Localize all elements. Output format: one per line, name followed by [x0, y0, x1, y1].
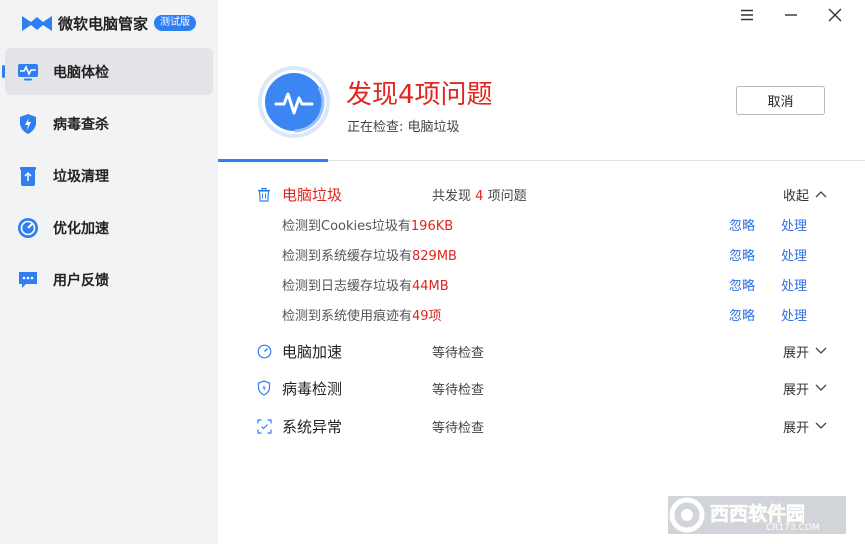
- issue-value: 829MB: [412, 248, 457, 264]
- issue-value: 44MB: [412, 278, 449, 294]
- minimize-icon[interactable]: [771, 6, 811, 24]
- issue-label: 检测到日志缓存垃圾有: [282, 278, 413, 294]
- monitor-pulse-icon: [16, 60, 40, 84]
- close-icon[interactable]: [815, 6, 855, 24]
- issue-value: 49项: [412, 308, 442, 324]
- sidebar-item-label: 用户反馈: [53, 272, 109, 289]
- trash-outline-icon: [256, 186, 272, 202]
- ignore-link[interactable]: 忽略: [729, 275, 755, 294]
- section-title: 电脑加速: [282, 342, 343, 361]
- section-junk: 电脑垃圾 共发现 4 项问题 收起: [256, 182, 831, 206]
- chevron-down-icon: [815, 384, 827, 391]
- scan-status-text: 正在检查: 电脑垃圾: [347, 120, 460, 135]
- cancel-button[interactable]: 取消: [736, 86, 825, 115]
- section-status: 共发现 4 项问题: [432, 185, 527, 204]
- section-title: 系统异常: [282, 417, 343, 436]
- sidebar-nav: 电脑体检 病毒查杀 垃圾清理 优化加速 用户反馈: [0, 48, 218, 308]
- issue-value: 196KB: [410, 218, 454, 234]
- ignore-link[interactable]: 忽略: [729, 245, 755, 264]
- issue-label: 检测到Cookies垃圾有: [282, 218, 411, 234]
- watermark-url: CR173.COM: [766, 523, 820, 533]
- chevron-up-icon: [815, 191, 827, 198]
- expand-toggle[interactable]: 展开: [783, 379, 827, 398]
- shield-bolt-icon: [16, 112, 40, 136]
- issue-actions: 忽略 处理: [729, 275, 807, 294]
- scan-frame-icon: [256, 418, 272, 434]
- toggle-label: 展开: [782, 382, 809, 398]
- section-system-anomaly: 系统异常 等待检查 展开: [256, 414, 831, 438]
- beta-badge: 测试版: [154, 15, 197, 31]
- section-speedup: 电脑加速 等待检查 展开: [256, 339, 831, 363]
- issue-actions: 忽略 处理: [729, 245, 807, 264]
- toggle-label: 收起: [782, 188, 809, 204]
- sidebar-item-virus-scan[interactable]: 病毒查杀: [5, 100, 213, 147]
- sidebar-item-label: 垃圾清理: [53, 168, 109, 185]
- issue-text: 检测到Cookies垃圾有196KB: [282, 215, 453, 234]
- sidebar-item-label: 病毒查杀: [53, 116, 109, 133]
- issue-text: 检测到系统使用痕迹有49项: [282, 305, 442, 324]
- ignore-link[interactable]: 忽略: [729, 215, 755, 234]
- expand-toggle[interactable]: 展开: [783, 417, 827, 436]
- app-name: 微软电脑管家: [58, 14, 149, 33]
- speed-gauge-icon: [256, 343, 272, 359]
- issue-label: 检测到系统使用痕迹有: [282, 308, 413, 324]
- handle-link[interactable]: 处理: [781, 275, 807, 294]
- sidebar-item-feedback[interactable]: 用户反馈: [5, 256, 213, 303]
- sidebar-item-cleanup[interactable]: 垃圾清理: [5, 152, 213, 199]
- ignore-link[interactable]: 忽略: [729, 305, 755, 324]
- chevron-down-icon: [815, 422, 827, 429]
- section-title: 电脑垃圾: [282, 185, 343, 204]
- section-status: 等待检查: [432, 382, 485, 398]
- section-status: 等待检查: [432, 420, 485, 436]
- issue-count: 4: [475, 188, 484, 204]
- watermark-logo: 西西软件园 CR173.COM: [668, 496, 846, 534]
- sidebar-item-optimize[interactable]: 优化加速: [5, 204, 213, 251]
- section-virus-check: 病毒检测 等待检查 展开: [256, 376, 831, 400]
- watermark-text: 西西软件园: [710, 502, 805, 525]
- chat-bubble-icon: [16, 268, 40, 292]
- handle-link[interactable]: 处理: [781, 305, 807, 324]
- sidebar-item-checkup[interactable]: 电脑体检: [2, 48, 213, 95]
- handle-link[interactable]: 处理: [781, 245, 807, 264]
- scan-progress-icon: [258, 66, 330, 138]
- sidebar-item-label: 电脑体检: [53, 64, 109, 81]
- scan-progress-bar: [218, 159, 328, 162]
- speedometer-icon: [16, 216, 40, 240]
- issue-row: 检测到日志缓存垃圾有44MB 忽略 处理: [282, 274, 807, 294]
- issue-label: 检测到系统缓存垃圾有: [282, 248, 413, 264]
- app-logo-icon: [22, 16, 52, 31]
- expand-toggle[interactable]: 展开: [783, 342, 827, 361]
- collapse-toggle[interactable]: 收起: [783, 185, 827, 204]
- status-prefix: 共发现: [432, 188, 472, 204]
- toggle-label: 展开: [782, 345, 809, 361]
- window-controls: [727, 6, 855, 24]
- issue-actions: 忽略 处理: [729, 305, 807, 324]
- menu-icon[interactable]: [727, 6, 767, 24]
- section-status: 等待检查: [432, 345, 485, 361]
- issue-row: 检测到系统使用痕迹有49项 忽略 处理: [282, 304, 807, 324]
- toggle-label: 展开: [782, 420, 809, 436]
- page-title: 发现4项问题: [346, 80, 493, 110]
- issue-text: 检测到系统缓存垃圾有829MB: [282, 245, 457, 264]
- brand: 微软电脑管家 测试版: [20, 10, 197, 36]
- shield-outline-icon: [256, 380, 272, 396]
- chevron-down-icon: [815, 347, 827, 354]
- status-suffix: 项问题: [487, 188, 527, 204]
- section-title: 病毒检测: [282, 379, 343, 398]
- handle-link[interactable]: 处理: [781, 215, 807, 234]
- trash-icon: [16, 164, 40, 188]
- sidebar: 微软电脑管家 测试版 电脑体检 病毒查杀 垃圾清理 优化加速 用户反馈: [0, 0, 218, 544]
- issue-actions: 忽略 处理: [729, 215, 807, 234]
- issue-text: 检测到日志缓存垃圾有44MB: [282, 275, 449, 294]
- issue-row: 检测到系统缓存垃圾有829MB 忽略 处理: [282, 244, 807, 264]
- sidebar-item-label: 优化加速: [53, 220, 109, 237]
- issue-row: 检测到Cookies垃圾有196KB 忽略 处理: [282, 214, 807, 234]
